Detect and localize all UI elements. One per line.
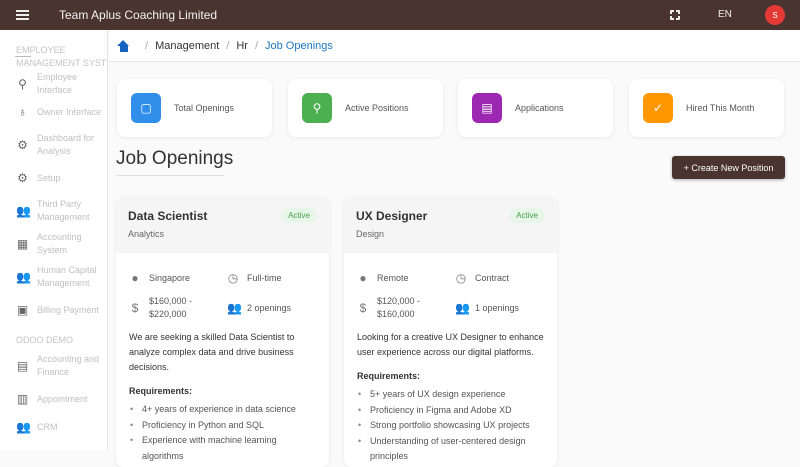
job-department: Analytics	[128, 229, 165, 239]
location-pin-icon: ●	[131, 271, 139, 285]
stat-card: ▢ Total Openings	[117, 79, 272, 137]
sidebar-item[interactable]: ▥ Appointment	[0, 385, 107, 413]
sidebar-item-label: Owner Interface	[37, 106, 102, 117]
job-openings-count: 2 openings	[247, 302, 292, 313]
home-icon[interactable]	[117, 39, 130, 52]
people-icon: 👥	[455, 301, 470, 315]
stat-label: Applications	[515, 103, 564, 113]
requirement-item: Experience with machine learning algorit…	[129, 433, 316, 464]
sidebar-item-label: Human Capital Management	[37, 265, 97, 288]
sidebar-item[interactable]: ⚙ Dashboard for Analysis	[0, 126, 107, 164]
status-badge: Active	[509, 208, 545, 223]
requirements-heading: Requirements:	[129, 386, 193, 396]
people-icon: 👥	[227, 301, 242, 315]
sidebar-item[interactable]: ♁ Owner Interface	[0, 98, 107, 126]
requirements-list: 4+ years of experience in data sciencePr…	[129, 402, 316, 467]
gear-icon: ⚙	[17, 138, 28, 152]
person-check-icon: ✓	[643, 93, 673, 123]
job-card[interactable]: Data Scientist Analytics Active ● Singapore…	[116, 197, 329, 467]
dollar-icon: $	[359, 301, 367, 315]
top-bar: Team Aplus Coaching Limited EN S	[0, 0, 800, 30]
sidebar: EMPLOYEE MANAGEMENT SYSTEM ⚲ Employee Int…	[0, 30, 108, 450]
stat-label: Total Openings	[174, 103, 235, 113]
requirement-item: 4+ years of experience in data science	[129, 402, 316, 418]
stat-card: ✓ Hired This Month	[629, 79, 784, 137]
job-location: Remote	[377, 272, 409, 283]
requirement-item: Proficiency in Python and SQL	[129, 418, 316, 434]
breadcrumb: / Management / Hr / Job Openings	[109, 30, 800, 62]
job-location: Singapore	[149, 272, 191, 283]
org-icon: ♁	[18, 105, 27, 119]
calendar-icon: ▥	[16, 392, 29, 406]
clock-icon: ◷	[455, 271, 467, 285]
sidebar-item[interactable]: ⚙ Setup	[0, 164, 107, 192]
dollar-icon: $	[131, 301, 139, 315]
avatar[interactable]: S	[765, 5, 785, 25]
sidebar-item-label: Dashboard for Analysis	[37, 133, 95, 156]
person-icon: ⚲	[18, 77, 27, 91]
stat-label: Active Positions	[345, 103, 409, 113]
requirements-heading: Requirements:	[357, 371, 421, 381]
job-department: Design	[356, 229, 385, 239]
sidebar-item[interactable]: ⚲ Employee Interface	[0, 70, 107, 98]
stat-card: ▤ Applications	[458, 79, 613, 137]
sidebar-item[interactable]: ▦ Accounting System	[0, 230, 107, 258]
gear-icon: ⚙	[17, 171, 28, 185]
job-card[interactable]: UX Designer Design Active ● Remote ◷ Contrac…	[344, 197, 557, 467]
job-description: Looking for a creative UX Designer to en…	[357, 332, 544, 357]
sidebar-item-label: Billing Payment	[37, 304, 100, 315]
job-description: We are seeking a skilled Data Scientist …	[129, 332, 295, 372]
sidebar-item-label: CRM	[37, 421, 58, 432]
menu-icon[interactable]	[16, 10, 29, 20]
sidebar-section-title: ODOO DEMO	[16, 335, 74, 345]
sidebar-item[interactable]: ▤ Accounting and Finance	[0, 347, 107, 385]
sidebar-item-label: Employee Interface	[37, 72, 78, 95]
sidebar-item-label: Third Party Management	[37, 199, 90, 222]
calculator-icon: ▦	[16, 237, 29, 251]
job-type: Full-time	[247, 272, 282, 283]
sidebar-item[interactable]: 👥 Third Party Management	[0, 192, 107, 230]
requirements-list: 5+ years of UX design experienceProficie…	[357, 387, 544, 465]
clock-icon: ◷	[227, 271, 239, 285]
sidebar-item-label: Accounting System	[37, 232, 82, 255]
sidebar-item-label: Accounting and Finance	[37, 354, 100, 377]
sidebar-section-title: EMPLOYEE MANAGEMENT SYSTEM	[0, 44, 107, 70]
sidebar-item-label: Setup	[37, 172, 61, 183]
app-title: Team Aplus Coaching Limited	[59, 8, 218, 22]
requirement-item: Strong portfolio showcasing UX projects	[357, 418, 544, 434]
language-selector[interactable]: EN	[718, 9, 732, 20]
requirement-item: Understanding of user-centered design pr…	[357, 434, 544, 465]
requirement-item: 5+ years of UX design experience	[357, 387, 544, 403]
create-new-position-button[interactable]: + Create New Position	[672, 156, 785, 179]
job-openings-count: 1 openings	[475, 302, 520, 313]
requirement-item: Proficiency in Figma and Adobe XD	[357, 403, 544, 419]
breadcrumb-management[interactable]: Management	[155, 40, 219, 52]
group-icon: 👥	[16, 420, 31, 434]
contact-icon: ▤	[16, 359, 29, 373]
job-salary: $160,000 - $220,000	[149, 296, 193, 319]
location-pin-icon: ●	[359, 271, 367, 285]
money-icon: ▣	[16, 303, 29, 317]
job-type: Contract	[475, 272, 510, 283]
page-title: Job Openings	[116, 148, 234, 169]
fullscreen-icon[interactable]	[669, 9, 681, 21]
sidebar-item[interactable]: ▣Cash Flow	[0, 441, 107, 450]
sidebar-item[interactable]: ▣ Billing Payment	[0, 296, 107, 324]
stat-card: ⚲ Active Positions	[288, 79, 443, 137]
person-search-icon: ⚲	[302, 93, 332, 123]
sidebar-item[interactable]: 👥 Human Capital Management	[0, 258, 107, 296]
stat-label: Hired This Month	[686, 103, 755, 113]
sidebar-item-label: Appointment	[37, 393, 88, 404]
job-salary: $120,000 - $160,000	[377, 296, 421, 319]
breadcrumb-current: Job Openings	[265, 39, 333, 52]
group-icon: 👥	[16, 270, 31, 284]
document-icon: ▤	[472, 93, 502, 123]
briefcase-icon: ▢	[131, 93, 161, 123]
breadcrumb-hr[interactable]: Hr	[236, 40, 248, 52]
group-icon: 👥	[16, 204, 31, 218]
divider	[116, 175, 224, 176]
sidebar-item[interactable]: 👥 CRM	[0, 413, 107, 441]
status-badge: Active	[281, 208, 317, 223]
